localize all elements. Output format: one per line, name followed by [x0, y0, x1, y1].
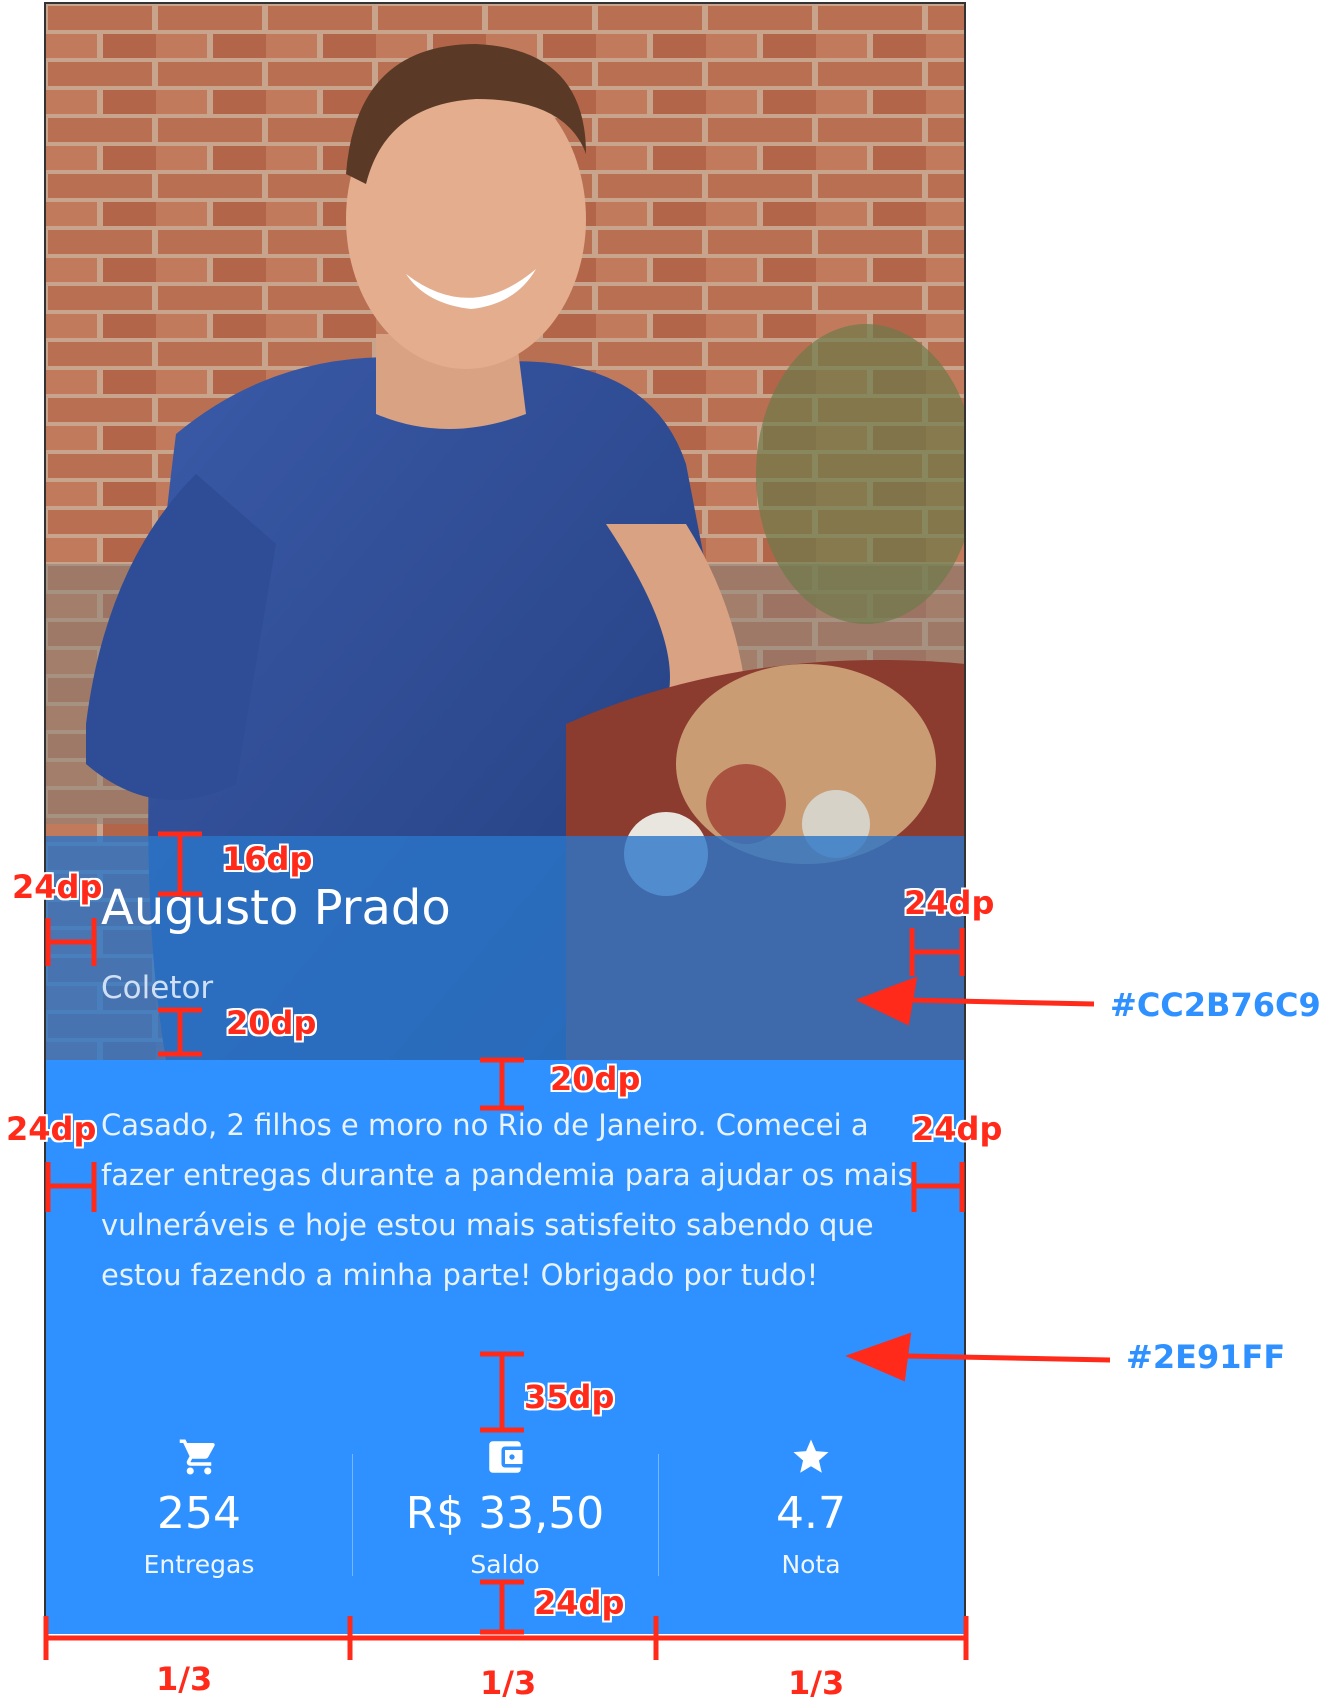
- stat-value: 4.7: [776, 1488, 846, 1539]
- annotation-bio-top: 20dp: [550, 1060, 641, 1098]
- stat-label: Saldo: [470, 1550, 540, 1579]
- stat-entregas[interactable]: 254 Entregas: [46, 1426, 352, 1634]
- star-icon: [793, 1439, 829, 1473]
- overlay-panel: [46, 836, 964, 1060]
- annotation-third-2: 1/3: [480, 1664, 537, 1702]
- stat-nota[interactable]: 4.7 Nota: [658, 1426, 964, 1634]
- annotation-name-right: 24dp: [904, 884, 995, 922]
- stats-row: 254 Entregas R$ 33,50 Saldo 4.7 Nota: [46, 1426, 964, 1634]
- profile-role: Coletor: [101, 970, 214, 1006]
- annotation-background-color: #2E91FF: [1126, 1338, 1286, 1376]
- annotation-third-1: 1/3: [156, 1660, 213, 1698]
- stat-value: R$ 33,50: [405, 1488, 605, 1539]
- phone-screen: Augusto Prado Coletor Casado, 2 filhos e…: [44, 2, 966, 1634]
- wallet-icon: [489, 1441, 523, 1473]
- annotation-name-left: 24dp: [12, 868, 103, 906]
- annotation-role-bottom: 20dp: [226, 1004, 317, 1042]
- stat-value: 254: [157, 1488, 241, 1539]
- profile-name: Augusto Prado: [101, 880, 451, 936]
- stat-label: Entregas: [143, 1550, 255, 1579]
- shopping-cart-icon: [179, 1439, 215, 1475]
- stat-label: Nota: [781, 1550, 841, 1579]
- annotation-third-3: 1/3: [788, 1664, 845, 1702]
- annotation-name-top: 16dp: [222, 840, 313, 878]
- annotation-overlay-color: #CC2B76C9: [1110, 986, 1321, 1024]
- annotation-stats-top: 35dp: [524, 1378, 615, 1416]
- annotation-bio-left: 24dp: [6, 1110, 97, 1148]
- profile-bio: Casado, 2 filhos e moro no Rio de Janeir…: [101, 1108, 913, 1292]
- annotation-stats-bottom: 24dp: [534, 1584, 625, 1622]
- annotation-bio-right: 24dp: [912, 1110, 1003, 1148]
